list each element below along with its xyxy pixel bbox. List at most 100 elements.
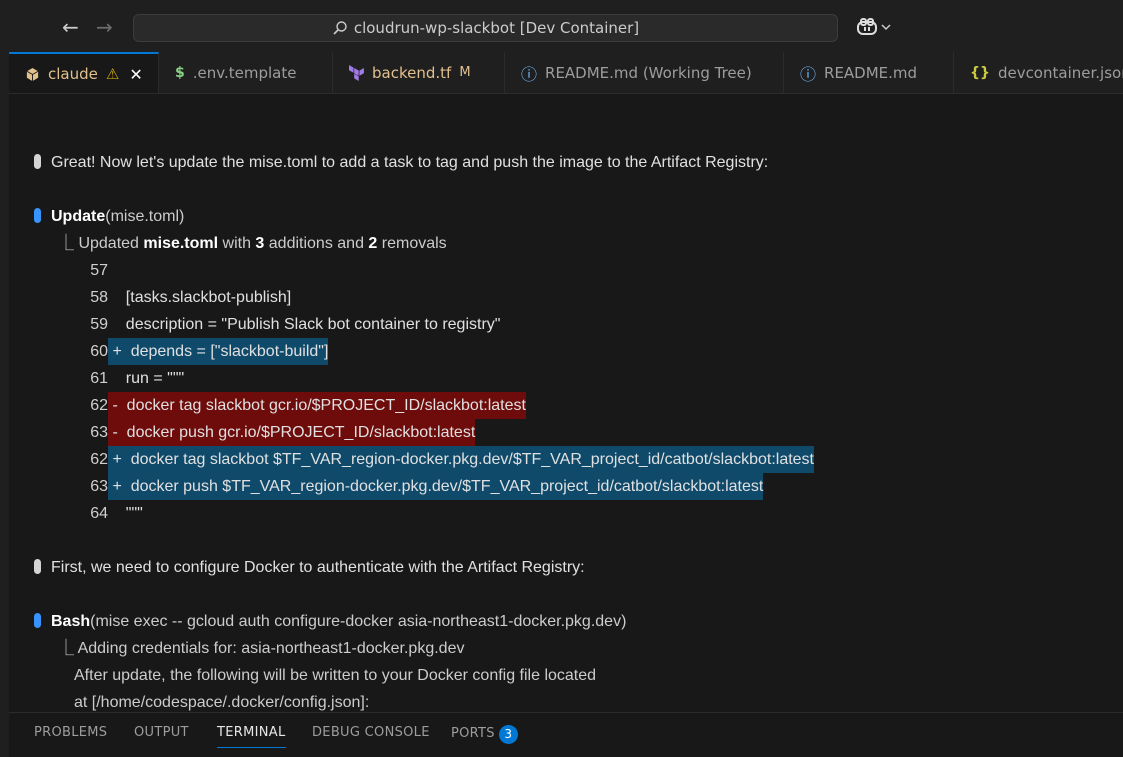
diff-line-number: 62 [90,397,108,414]
tab-label: README.md (Working Tree) [545,63,752,82]
warning-icon: ⚠ [105,65,120,83]
diff-line-body: [tasks.slackbot-publish] [108,284,291,311]
diff-code: depends = ["slackbot-build"] [130,343,329,360]
tab-backend-tf[interactable]: backend.tf M [333,52,505,93]
diff-line-number: 62 [90,451,108,468]
cube-icon [26,67,39,81]
copilot-menu[interactable] [856,18,891,36]
tab-label: claude [48,65,98,83]
diff-code: docker push $TF_VAR_region-docker.pkg.de… [130,478,764,495]
diff-code: [tasks.slackbot-publish] [125,289,292,306]
search-icon [333,21,347,35]
bullet-icon [34,559,41,574]
tree-branch-icon: ⎿ [58,235,79,252]
diff-code: docker tag slackbot gcr.io/$PROJECT_ID/s… [126,397,526,414]
chevron-down-icon [881,24,891,31]
terminal-output[interactable]: Great! Now let's update the mise.toml to… [0,95,1123,712]
bash-output-line: After update, the following will be writ… [74,667,597,684]
tab-ports[interactable]: PORTS 3 [451,725,518,744]
panel-tab-bar: PROBLEMS OUTPUT TERMINAL DEBUG CONSOLE P… [9,712,1123,757]
tab-env-template[interactable]: $ .env.template [159,52,333,93]
tool-call-bash: Bash(mise exec -- gcloud auth configure-… [34,608,626,635]
diff-code: run = """ [125,370,185,387]
diff-line-body: + docker tag slackbot $TF_VAR_region-doc… [108,446,814,473]
tab-claude[interactable]: claude ⚠ ✕ [9,52,159,93]
back-arrow-icon[interactable]: ← [62,14,79,40]
diff-line-ctx: 61 run = """ [90,365,184,392]
tool-call-update: Update(mise.toml) [34,203,184,230]
forward-arrow-icon[interactable]: → [96,14,113,40]
command-center-search[interactable]: cloudrun-wp-slackbot [Dev Container] [133,14,838,42]
assistant-message: Great! Now let's update the mise.toml to… [34,149,768,176]
diff-line-number: 63 [90,478,108,495]
diff-line-body: - docker push gcr.io/$PROJECT_ID/slackbo… [108,419,476,446]
copilot-icon [857,18,877,35]
diff-line-body: description = "Publish Slack bot contain… [108,311,501,338]
diff-sign [112,505,116,522]
diff-line-add: 60 + depends = ["slackbot-build"] [90,338,329,365]
tab-readme-working-tree[interactable]: ⓘ README.md (Working Tree) [505,52,784,93]
diff-sign [112,289,116,306]
tool-bullet-icon [34,613,41,628]
dollar-icon: $ [175,64,185,81]
diff-line-del: 62 - docker tag slackbot gcr.io/$PROJECT… [90,392,526,419]
diff-line-body: run = """ [108,365,184,392]
diff-line-number: 63 [90,424,108,441]
diff-line-body: + depends = ["slackbot-build"] [108,338,329,365]
diff-sign: + [112,343,122,360]
info-icon: ⓘ [521,64,538,84]
tab-output[interactable]: OUTPUT [134,725,189,740]
bullet-icon [34,154,41,169]
tab-readme[interactable]: ⓘ README.md [784,52,954,93]
diff-line-ctx: 59 description = "Publish Slack bot cont… [90,311,500,338]
bash-output-line: ⎿ Adding credentials for: asia-northeast… [58,640,465,657]
assistant-message: First, we need to configure Docker to au… [34,554,585,581]
info-icon: ⓘ [800,64,817,84]
diff-line-del: 63 - docker push gcr.io/$PROJECT_ID/slac… [90,419,476,446]
diff-sign [112,262,116,279]
diff-sign: - [112,397,118,414]
diff-line-number: 58 [90,289,108,306]
modified-badge: M [459,65,471,80]
diff-line-number: 60 [90,343,108,360]
diff-line-add: 62 + docker tag slackbot $TF_VAR_region-… [90,446,814,473]
tree-branch-icon: ⎿ [58,640,78,657]
diff-sign [112,316,116,333]
diff-line-number: 64 [90,505,108,522]
diff-code: """ [125,505,143,522]
close-icon[interactable]: ✕ [129,65,142,84]
tab-terminal[interactable]: TERMINAL [217,725,286,748]
diff-line-body: + docker push $TF_VAR_region-docker.pkg.… [108,473,764,500]
diff-line-ctx: 64 """ [90,500,143,527]
update-summary: ⎿ Updated mise.toml with 3 additions and… [58,235,447,252]
diff-line-ctx: 57 [90,257,126,284]
tab-label: README.md [824,63,918,82]
tab-label: devcontainer.json [997,63,1123,82]
ports-count-badge: 3 [498,725,518,744]
diff-line-number: 57 [90,262,108,279]
diff-line-number: 59 [90,316,108,333]
diff-sign: + [112,451,122,468]
diff-line-number: 61 [90,370,108,387]
diff-sign: + [112,478,122,495]
diff-sign [112,370,116,387]
tab-debug-console[interactable]: DEBUG CONSOLE [312,725,430,740]
diff-sign: - [112,424,118,441]
terraform-icon [349,64,364,81]
tab-devcontainer-json[interactable]: {} devcontainer.json [954,52,1123,93]
json-braces-icon: {} [970,64,990,81]
diff-code: docker tag slackbot $TF_VAR_region-docke… [130,451,814,468]
diff-line-body: """ [108,500,143,527]
search-text: cloudrun-wp-slackbot [Dev Container] [353,19,640,37]
bash-output-line: at [/home/codespace/.docker/config.json]… [74,694,370,711]
tab-problems[interactable]: PROBLEMS [34,725,107,740]
diff-line-ctx: 58 [tasks.slackbot-publish] [90,284,291,311]
tool-bullet-icon [34,208,41,223]
diff-code: description = "Publish Slack bot contain… [125,316,501,333]
tab-label: .env.template [192,63,297,82]
title-bar: ← → cloudrun-wp-slackbot [Dev Container] [0,0,1123,52]
diff-line-add: 63 + docker push $TF_VAR_region-docker.p… [90,473,764,500]
editor-tabs: claude ⚠ ✕ $ .env.template backend.tf M … [9,52,1123,94]
diff-line-body: - docker tag slackbot gcr.io/$PROJECT_ID… [108,392,526,419]
tab-label: backend.tf [372,63,452,82]
